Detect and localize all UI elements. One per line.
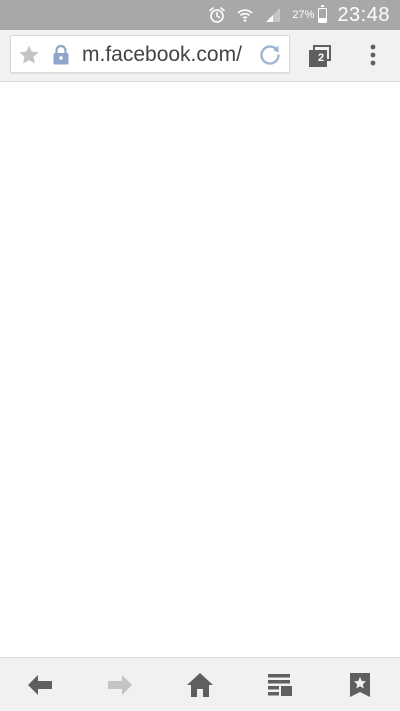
- web-page-content[interactable]: [0, 82, 400, 657]
- overflow-menu-icon: [370, 44, 376, 66]
- address-bar[interactable]: m.facebook.com/: [10, 35, 290, 73]
- status-bar: 27% 23:48: [0, 0, 400, 30]
- back-button[interactable]: [25, 670, 55, 700]
- battery-shell: [318, 4, 328, 23]
- wifi-icon: [236, 6, 254, 24]
- clock: 23:48: [337, 3, 390, 26]
- bottom-navigation-bar: [0, 657, 400, 711]
- browser-toolbar: m.facebook.com/ 2: [0, 30, 400, 82]
- bookmarks-icon: [350, 673, 370, 697]
- battery-percent: 27%: [292, 9, 315, 21]
- tab-count: 2: [317, 52, 325, 64]
- tabs-button[interactable]: 2: [304, 42, 336, 72]
- forward-button[interactable]: [105, 670, 135, 700]
- reader-button[interactable]: [265, 670, 295, 700]
- status-icons: 27% 23:48: [208, 0, 390, 30]
- overflow-menu-button[interactable]: [362, 42, 384, 70]
- reload-icon[interactable]: [257, 42, 283, 68]
- url-text[interactable]: m.facebook.com/: [82, 43, 242, 67]
- reader-icon: [268, 674, 292, 696]
- home-icon: [187, 673, 213, 697]
- battery-icon: [318, 4, 328, 23]
- signal-icon: [264, 6, 282, 24]
- bookmark-star-icon[interactable]: [17, 43, 41, 67]
- alarm-icon: [208, 6, 226, 24]
- lock-icon: [52, 44, 70, 66]
- battery-fill: [319, 18, 327, 22]
- home-button[interactable]: [185, 670, 215, 700]
- back-arrow-icon: [28, 675, 52, 695]
- forward-arrow-icon: [108, 675, 132, 695]
- bookmarks-button[interactable]: [345, 670, 375, 700]
